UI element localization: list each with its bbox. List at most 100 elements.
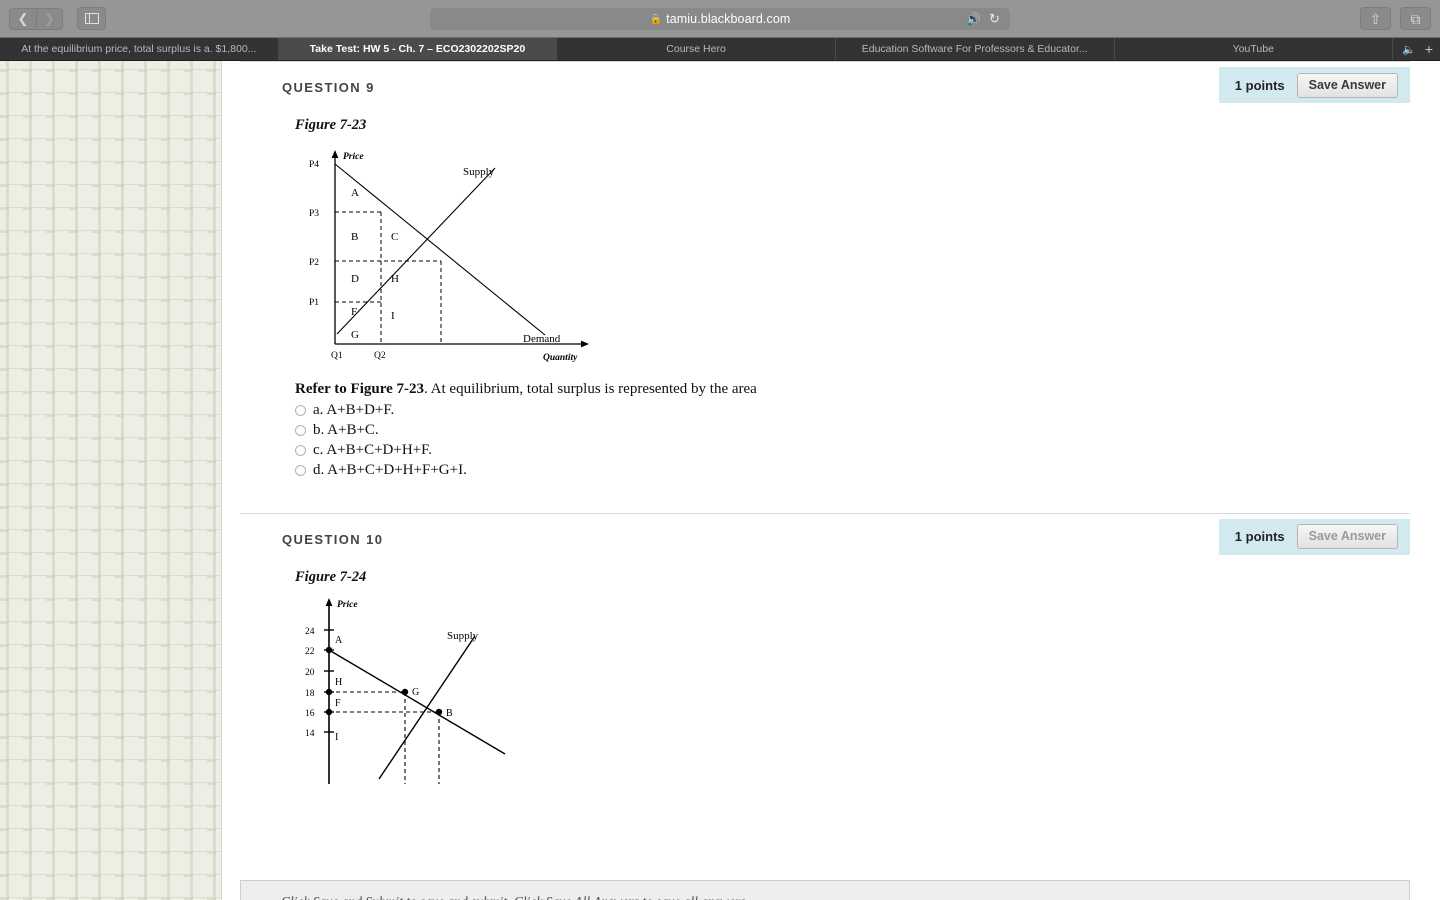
svg-text:22: 22: [305, 647, 315, 657]
tab-bar: At the equilibrium price, total surplus …: [0, 38, 1440, 61]
svg-text:H: H: [391, 273, 399, 285]
question-block-10: QUESTION 10 1 points Save Answer Figure …: [240, 512, 1410, 789]
figure-7-23: Price Quantity Supply Demand P4 P3 P2 P1: [240, 134, 1410, 372]
question-9-prompt: Refer to Figure 7-23. At equilibrium, to…: [240, 372, 1410, 399]
svg-text:F: F: [335, 698, 341, 709]
question-9-prompt-bold: Refer to Figure 7-23: [295, 381, 424, 397]
browser-tab-0[interactable]: At the equilibrium price, total surplus …: [0, 38, 279, 60]
nav-button-group: ❮ ❯: [9, 7, 63, 30]
points-box-question-10: 1 points Save Answer: [1218, 518, 1410, 555]
tab-label: YouTube: [1232, 43, 1274, 55]
decorative-sidebar: [0, 61, 222, 900]
submit-bar: Click Save and Submit to save and submit…: [240, 880, 1410, 900]
svg-text:H: H: [335, 677, 342, 688]
toolbar-right-buttons: ⇧ ⧉: [1360, 7, 1431, 30]
svg-text:G: G: [351, 329, 359, 341]
svg-text:F: F: [351, 306, 357, 318]
answer-label-c: c. A+B+C+D+H+F.: [313, 442, 433, 459]
svg-text:16: 16: [305, 709, 315, 719]
svg-text:D: D: [351, 273, 359, 285]
figure-7-24-chart: Price 24 22 20 18 16 14 Supply A H F G B…: [305, 597, 506, 784]
share-button[interactable]: ⇧: [1360, 7, 1391, 30]
sidebar-pattern: [0, 61, 221, 900]
share-icon: ⇧: [1369, 10, 1382, 27]
svg-text:14: 14: [305, 729, 315, 739]
chevron-right-icon: ❯: [44, 11, 55, 26]
radio-button-c[interactable]: [295, 445, 306, 457]
svg-text:P1: P1: [309, 298, 319, 308]
svg-text:P3: P3: [309, 209, 319, 219]
speaker-icon[interactable]: 🔊: [966, 12, 981, 26]
tab-label: Education Software For Professors & Educ…: [861, 43, 1088, 55]
browser-tab-2[interactable]: Course Hero: [557, 38, 836, 60]
browser-chrome: ❮ ❯ 🔒 tamiu.blackboard.com 🔊 ↻ ⇧ ⧉ At th…: [0, 0, 1440, 61]
save-answer-button-10[interactable]: Save Answer: [1296, 524, 1398, 550]
answer-option-c[interactable]: c. A+B+C+D+H+F.: [295, 441, 1410, 461]
back-button[interactable]: ❮: [9, 7, 36, 30]
svg-text:Price: Price: [337, 600, 358, 610]
radio-button-a[interactable]: [295, 405, 306, 417]
speaker-mute-icon[interactable]: 🔈: [1402, 43, 1416, 56]
chevron-left-icon: ❮: [17, 11, 29, 26]
svg-text:Q2: Q2: [374, 351, 386, 361]
svg-text:G: G: [412, 687, 419, 698]
test-content-column: QUESTION 9 1 points Save Answer Figure 7…: [240, 61, 1410, 789]
svg-text:20: 20: [305, 668, 315, 678]
points-label: 1 points: [1234, 77, 1285, 93]
points-label: 1 points: [1234, 529, 1285, 545]
tab-label: Take Test: HW 5 - Ch. 7 – ECO2302202SP20: [309, 43, 526, 55]
browser-tab-3[interactable]: Education Software For Professors & Educ…: [836, 38, 1115, 60]
svg-text:Supply: Supply: [447, 630, 479, 642]
page-title-question-10: QUESTION 10: [282, 531, 384, 547]
svg-text:I: I: [335, 732, 338, 743]
answer-option-b[interactable]: b. A+B+C.: [295, 421, 1410, 441]
svg-text:Supply: Supply: [463, 166, 495, 178]
svg-text:B: B: [351, 231, 358, 243]
svg-text:Quantity: Quantity: [543, 353, 578, 363]
save-answer-button-9[interactable]: Save Answer: [1296, 72, 1398, 98]
svg-text:B: B: [446, 708, 453, 719]
browser-toolbar: ❮ ❯ 🔒 tamiu.blackboard.com 🔊 ↻ ⇧ ⧉: [0, 0, 1440, 38]
sidebar-toggle-icon: [84, 13, 99, 24]
forward-button[interactable]: ❯: [36, 7, 63, 30]
tab-label: Course Hero: [666, 43, 726, 55]
answer-label-a: a. A+B+D+F.: [313, 402, 395, 419]
submit-hint-text: Click Save and Submit to save and submit…: [281, 894, 749, 900]
question-9-answers: a. A+B+D+F. b. A+B+C. c. A+B+C+D+H+F. d.…: [240, 399, 1410, 481]
address-bar[interactable]: 🔒 tamiu.blackboard.com 🔊 ↻: [430, 8, 1010, 30]
address-bar-url: tamiu.blackboard.com: [666, 12, 791, 26]
figure-7-23-chart: Price Quantity Supply Demand P4 P3 P2 P1: [309, 150, 589, 363]
page-title-question-9: QUESTION 9: [282, 80, 375, 95]
reload-icon[interactable]: ↻: [989, 11, 1000, 27]
svg-text:P2: P2: [309, 258, 319, 268]
svg-text:Demand: Demand: [523, 333, 561, 345]
plus-icon[interactable]: +: [1425, 41, 1433, 57]
browser-tab-1[interactable]: Take Test: HW 5 - Ch. 7 – ECO2302202SP20: [278, 38, 558, 60]
svg-text:C: C: [391, 231, 398, 243]
tab-label: At the equilibrium price, total surplus …: [21, 43, 257, 55]
svg-text:18: 18: [305, 689, 315, 699]
points-box-question-9: 1 points Save Answer: [1218, 67, 1410, 103]
question-9-prompt-rest: . At equilibrium, total surplus is repre…: [424, 381, 757, 397]
svg-text:P4: P4: [309, 160, 319, 170]
svg-text:24: 24: [305, 627, 315, 637]
svg-text:A: A: [335, 635, 343, 646]
page-body: QUESTION 9 1 points Save Answer Figure 7…: [0, 61, 1440, 900]
radio-button-d[interactable]: [295, 465, 306, 477]
svg-text:A: A: [351, 187, 359, 199]
svg-text:Price: Price: [343, 152, 364, 162]
answer-option-a[interactable]: a. A+B+D+F.: [295, 401, 1410, 421]
question-block-9: QUESTION 9 1 points Save Answer Figure 7…: [240, 61, 1410, 513]
radio-button-b[interactable]: [295, 425, 306, 437]
browser-tab-4[interactable]: YouTube: [1115, 38, 1394, 60]
lock-icon: 🔒: [649, 13, 663, 25]
figure-7-24: Price 24 22 20 18 16 14 Supply A H F G B…: [240, 586, 1410, 789]
address-bar-controls: 🔊 ↻: [966, 11, 1000, 27]
answer-label-b: b. A+B+C.: [313, 422, 379, 439]
answer-option-d[interactable]: d. A+B+C+D+H+F+G+I.: [295, 461, 1410, 481]
tab-overview-button[interactable]: ⧉: [1400, 7, 1431, 30]
svg-text:I: I: [391, 310, 395, 322]
tab-bar-controls: 🔈 +: [1393, 38, 1440, 60]
sidebar-toggle-button[interactable]: [77, 7, 106, 30]
answer-label-d: d. A+B+C+D+H+F+G+I.: [313, 462, 467, 479]
